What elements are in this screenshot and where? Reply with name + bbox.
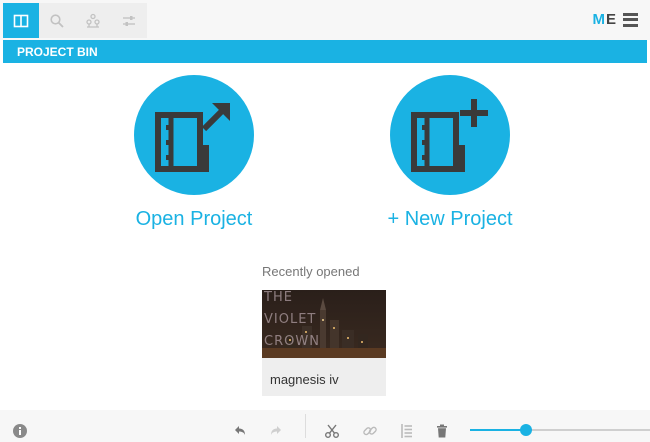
new-project-circle[interactable]	[390, 75, 510, 195]
top-toolbar: ME	[0, 0, 650, 40]
recent-project-card[interactable]: THE VIOLET CROWN magnesis iv	[262, 290, 386, 396]
trash-icon	[437, 424, 447, 438]
split-button[interactable]	[324, 423, 340, 439]
thumbnail-text-line: CROWN	[264, 334, 320, 349]
thumbnail-text-line: VIOLET	[264, 312, 317, 327]
info-icon	[13, 424, 27, 438]
panel-title-bar: PROJECT BIN	[3, 40, 647, 63]
properties-icon	[401, 424, 412, 438]
open-project-label[interactable]: Open Project	[136, 208, 253, 231]
project-bin-icon	[13, 14, 29, 27]
tool-sliders[interactable]	[111, 3, 147, 38]
recent-project-thumbnail[interactable]: THE VIOLET CROWN	[262, 290, 386, 358]
new-project-icon	[411, 99, 488, 172]
hamburger-menu-icon[interactable]	[623, 12, 638, 27]
brand-logo[interactable]: ME	[592, 11, 638, 28]
scissors-icon	[325, 424, 339, 438]
recent-project-name[interactable]: magnesis iv	[262, 358, 386, 387]
open-project-icon	[155, 103, 230, 172]
sliders-icon	[123, 15, 135, 26]
effects-icon	[86, 13, 100, 28]
thumbnail-text-line: THE	[264, 290, 293, 305]
toolbar-divider	[305, 414, 306, 438]
tool-search[interactable]	[39, 3, 75, 38]
new-project-button[interactable]: + New Project	[360, 75, 540, 231]
link-icon	[363, 426, 377, 436]
tool-effects[interactable]	[75, 3, 111, 38]
undo-icon	[235, 426, 245, 435]
redo-icon	[271, 426, 281, 435]
zoom-slider-fill	[470, 429, 526, 431]
undo-button[interactable]	[232, 423, 248, 439]
tool-project-bin[interactable]	[3, 3, 39, 38]
open-project-button[interactable]: Open Project	[104, 75, 284, 231]
zoom-slider-handle[interactable]	[519, 424, 532, 436]
delete-button[interactable]	[434, 423, 450, 439]
info-button[interactable]	[12, 423, 28, 439]
redo-button[interactable]	[268, 423, 284, 439]
link-button[interactable]	[362, 423, 378, 439]
properties-button[interactable]	[399, 423, 415, 439]
search-icon	[50, 13, 64, 28]
brand-letter-m: M	[592, 11, 606, 28]
brand-letter-e: E	[605, 11, 617, 28]
tool-group	[3, 3, 147, 38]
new-project-label[interactable]: + New Project	[387, 208, 512, 231]
panel-title: PROJECT BIN	[17, 45, 98, 59]
recently-opened-heading: Recently opened	[262, 264, 360, 279]
zoom-slider[interactable]	[470, 420, 650, 440]
open-project-circle[interactable]	[134, 75, 254, 195]
